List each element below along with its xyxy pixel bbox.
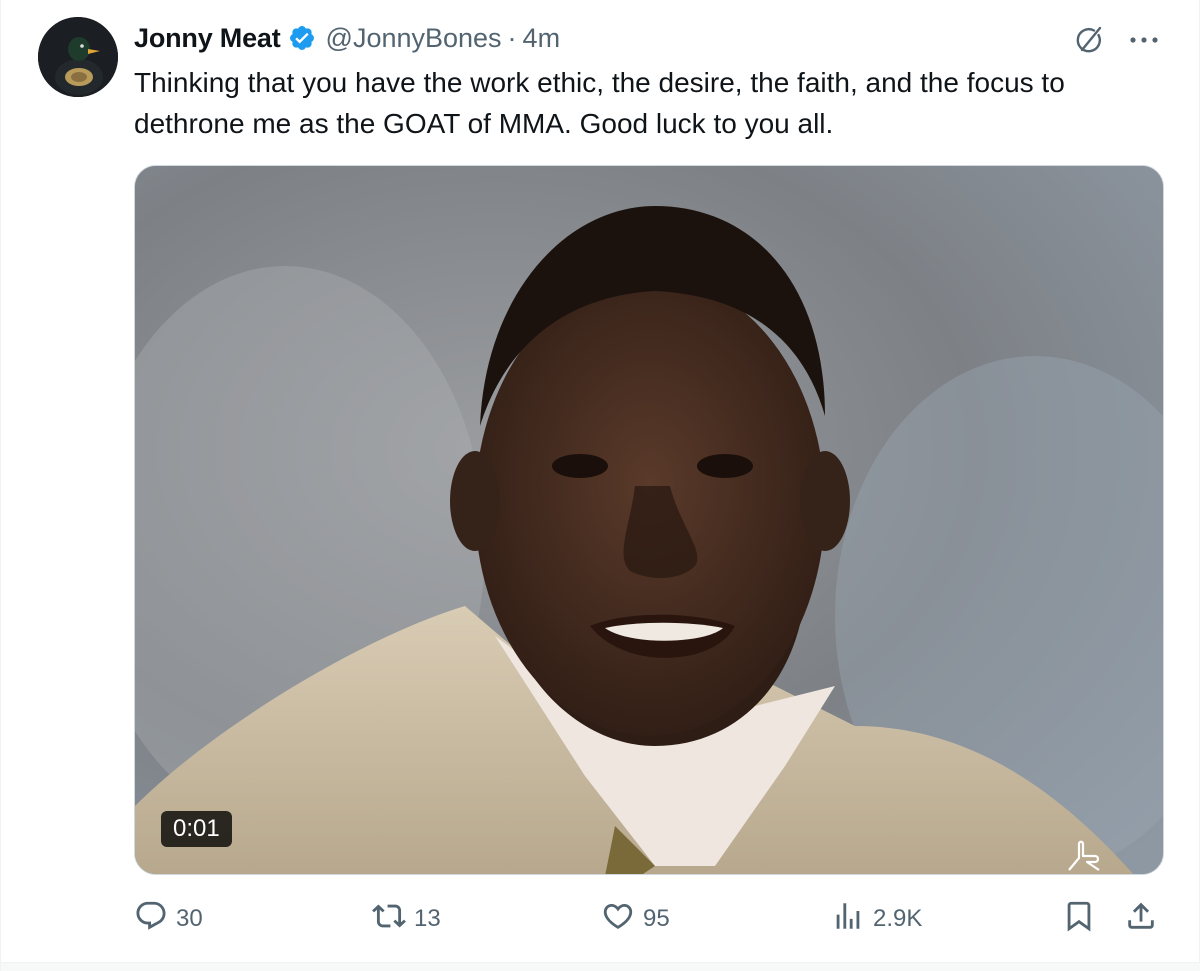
like-icon: [601, 899, 635, 940]
tweet[interactable]: Jonny Meat @JonnyBones · 4m Thinking tha…: [0, 0, 1200, 971]
more-icon[interactable]: [1121, 20, 1167, 60]
video-player[interactable]: 0:01: [134, 165, 1164, 875]
views-button[interactable]: 2.9K: [831, 896, 922, 942]
share-icon: [1124, 899, 1158, 940]
reply-button[interactable]: 30: [134, 896, 203, 942]
action-bar: 30 13 95 2.9K: [134, 896, 1174, 942]
watermark-icon: [1065, 838, 1105, 872]
reply-count: 30: [176, 905, 203, 932]
repost-icon: [372, 899, 406, 940]
timestamp[interactable]: 4m: [523, 23, 561, 54]
display-name[interactable]: Jonny Meat: [134, 23, 281, 54]
avatar[interactable]: [38, 17, 118, 97]
views-count: 2.9K: [873, 905, 923, 932]
separator-dot: ·: [507, 22, 517, 53]
share-button[interactable]: [1124, 896, 1158, 942]
video-thumbnail: [135, 166, 1163, 874]
bookmark-icon: [1062, 899, 1096, 940]
like-button[interactable]: 95: [601, 896, 670, 942]
reply-icon: [134, 899, 168, 940]
handle[interactable]: @JonnyBones: [326, 23, 502, 54]
like-count: 95: [643, 905, 670, 932]
divider: [1, 962, 1200, 971]
video-duration: 0:01: [161, 811, 232, 847]
bookmark-button[interactable]: [1062, 896, 1096, 942]
repost-button[interactable]: 13: [372, 896, 441, 942]
tweet-header: Jonny Meat @JonnyBones · 4m: [134, 18, 560, 58]
repost-count: 13: [414, 905, 441, 932]
verified-badge-icon[interactable]: [288, 24, 316, 52]
grok-icon[interactable]: [1069, 20, 1109, 60]
views-icon: [831, 899, 865, 940]
tweet-text: Thinking that you have the work ethic, t…: [134, 67, 1065, 139]
